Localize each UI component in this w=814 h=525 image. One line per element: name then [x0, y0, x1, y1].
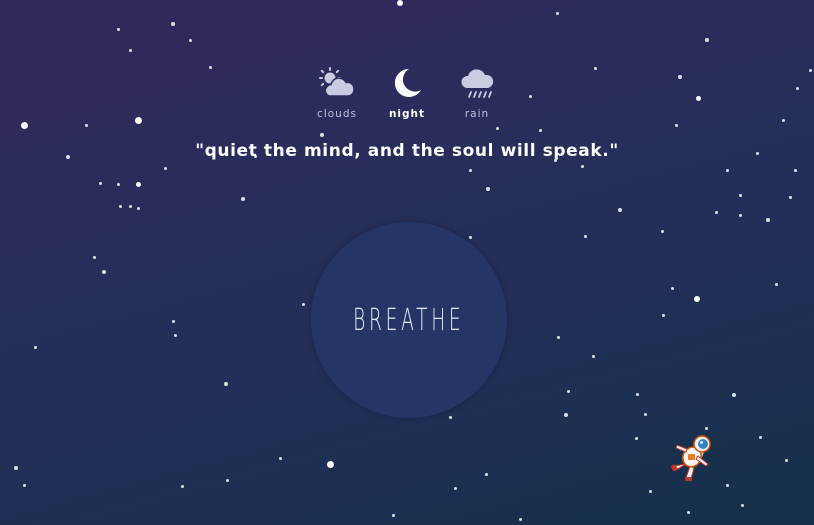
star: [758, 435, 762, 439]
star: [518, 517, 522, 521]
star: [670, 286, 674, 290]
mode-clouds-label: clouds: [317, 108, 357, 120]
star: [705, 38, 709, 42]
star: [566, 389, 570, 393]
mode-night-label: night: [388, 108, 426, 120]
star: [661, 313, 665, 317]
star: [84, 123, 88, 127]
star: [634, 436, 638, 440]
star: [766, 218, 770, 222]
star: [738, 193, 742, 197]
star: [686, 510, 690, 514]
star: [448, 415, 452, 419]
star: [538, 128, 542, 132]
star: [643, 412, 647, 416]
quote-text: "quiet the mind, and the soul will speak…: [195, 141, 619, 161]
star: [118, 204, 122, 208]
star: [555, 11, 559, 15]
star: [732, 393, 736, 397]
star: [116, 27, 120, 31]
star: [14, 466, 18, 470]
star: [92, 255, 96, 259]
mode-night[interactable]: night: [385, 66, 429, 120]
star: [694, 296, 700, 302]
mode-rain[interactable]: rain: [455, 66, 499, 120]
star: [241, 197, 245, 201]
cloud-sun-icon: [317, 66, 357, 102]
star: [320, 133, 324, 137]
star: [180, 484, 184, 488]
star: [648, 489, 652, 493]
star: [453, 486, 457, 490]
star: [171, 22, 175, 26]
star: [128, 204, 132, 208]
breathe-button[interactable]: BREATHE: [311, 222, 507, 418]
star: [784, 458, 788, 462]
star: [397, 0, 403, 6]
star: [171, 319, 175, 323]
star: [391, 513, 395, 517]
star: [738, 213, 742, 217]
star: [173, 333, 177, 337]
star: [495, 126, 499, 130]
star: [583, 234, 587, 238]
star: [674, 123, 678, 127]
star: [128, 48, 132, 52]
astronaut-icon: [668, 430, 722, 484]
star: [793, 168, 797, 172]
star: [98, 181, 102, 185]
star: [278, 456, 282, 460]
star: [591, 354, 595, 358]
star: [660, 229, 664, 233]
star: [788, 195, 792, 199]
star: [135, 181, 141, 187]
star: [556, 335, 560, 339]
star: [618, 208, 622, 212]
star: [188, 38, 192, 42]
star: [136, 206, 140, 210]
star: [20, 121, 28, 129]
breathe-label: BREATHE: [353, 302, 465, 338]
star: [102, 270, 106, 274]
star: [484, 472, 488, 476]
star: [468, 168, 472, 172]
star: [774, 282, 778, 286]
star: [740, 503, 744, 507]
star: [725, 168, 729, 172]
star: [564, 413, 568, 417]
mode-rain-label: rain: [464, 108, 490, 120]
star: [301, 302, 305, 306]
star: [486, 187, 490, 191]
star: [163, 166, 167, 170]
mode-clouds[interactable]: clouds: [315, 66, 359, 120]
moon-icon: [387, 66, 427, 102]
star: [22, 483, 26, 487]
star: [224, 382, 228, 386]
star: [225, 478, 229, 482]
star: [635, 392, 639, 396]
star: [714, 210, 718, 214]
star: [468, 235, 472, 239]
star: [580, 164, 584, 168]
star: [326, 460, 334, 468]
ambience-selector: clouds night rain: [0, 66, 814, 120]
star: [725, 483, 729, 487]
rain-cloud-icon: [457, 66, 497, 102]
star: [116, 182, 120, 186]
star: [33, 345, 37, 349]
